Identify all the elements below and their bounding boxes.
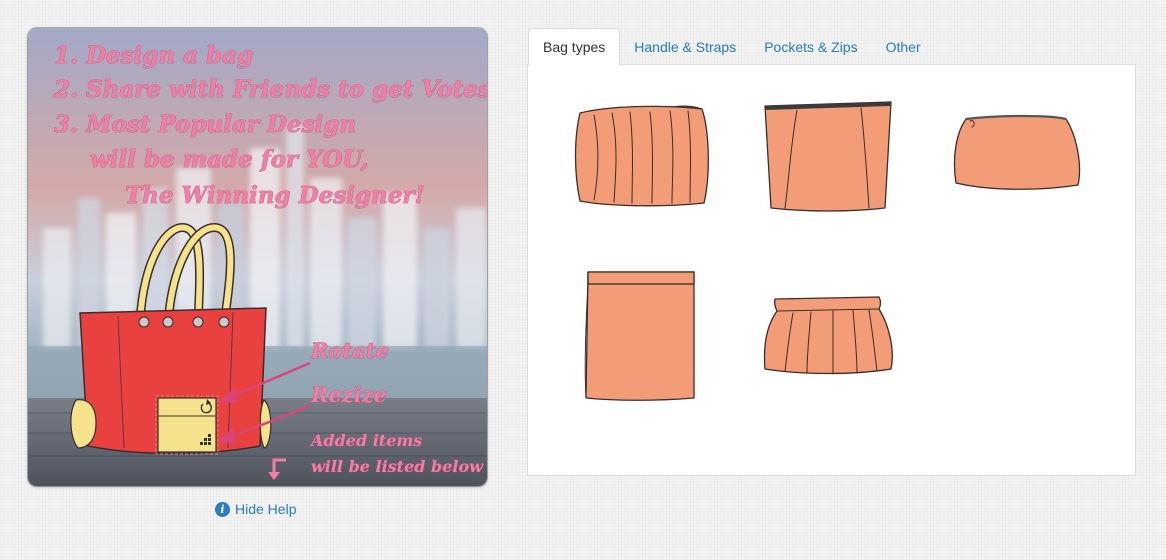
tab-handle-straps[interactable]: Handle & Straps [620, 29, 750, 65]
tab-other[interactable]: Other [872, 29, 935, 65]
help-step-3-line3: The Winning Designer! [125, 182, 425, 209]
bag-types-panel [527, 64, 1136, 476]
help-step-2: 2. Share with Friends to get Votes [53, 76, 487, 103]
rotate-label: Rotate [310, 338, 389, 363]
added-items-line1: Added items [309, 431, 422, 450]
frame-clutch-bag-icon [763, 296, 893, 375]
help-illustration: 1. Design a bag 2. Share with Friends to… [28, 28, 487, 486]
bag-type-pleated-clutch[interactable] [572, 103, 710, 211]
tab-bag-types[interactable]: Bag types [528, 28, 621, 66]
bag-type-zip-pouch[interactable] [950, 113, 1084, 193]
help-panel: 1. Design a bag 2. Share with Friends to… [28, 28, 487, 486]
bag-type-flap-envelope[interactable] [582, 270, 696, 402]
tote-bag-icon [764, 101, 892, 212]
tab-pockets-zips[interactable]: Pockets & Zips [750, 29, 871, 65]
zip-pouch-bag-icon [953, 114, 1081, 190]
help-step-3-line2: will be made for YOU, [90, 146, 368, 173]
hide-help-link[interactable]: i Hide Help [215, 500, 296, 518]
bag-options-tabs: Bag types Handle & Straps Pockets & Zips… [528, 28, 1137, 66]
resize-label: Rezize [310, 382, 387, 407]
info-icon: i [215, 501, 230, 517]
hide-help-label: Hide Help [235, 501, 297, 517]
help-step-1: 1. Design a bag [54, 42, 253, 69]
help-step-3: 3. Most Popular Design [54, 111, 356, 138]
added-items-line2: will be listed below [311, 457, 484, 476]
bag-type-tote[interactable] [761, 98, 895, 213]
pleated-clutch-bag-icon [574, 105, 709, 207]
flap-envelope-bag-icon [584, 271, 695, 401]
bag-type-frame-clutch[interactable] [763, 295, 895, 379]
